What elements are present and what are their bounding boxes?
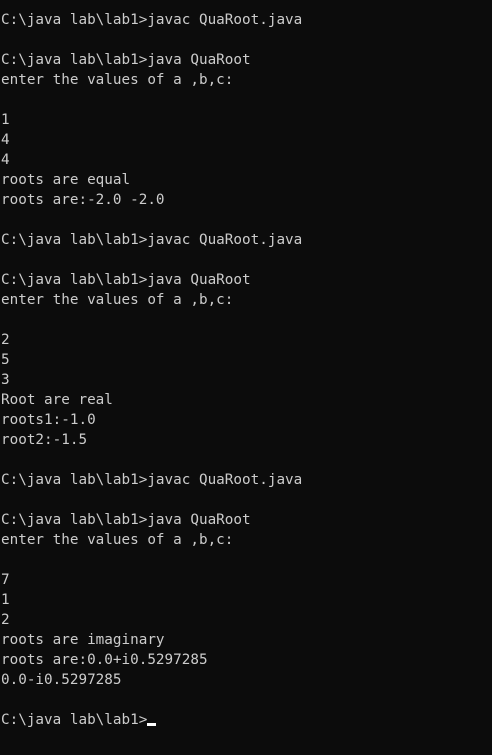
console-line: C:\java lab\lab1>java QuaRoot	[1, 270, 491, 290]
console-line-text: roots are:-2.0 -2.0	[1, 192, 165, 208]
console-line-text: Root are real	[1, 392, 113, 408]
console-line: C:\java lab\lab1>javac QuaRoot.java	[1, 470, 491, 490]
console-line-text: 2	[1, 332, 10, 348]
console-line-text: enter the values of a ,b,c:	[1, 292, 234, 308]
console-line: roots1:-1.0	[1, 410, 491, 430]
console-line: enter the values of a ,b,c:	[1, 530, 491, 550]
console-line: C:\java lab\lab1>javac QuaRoot.java	[1, 10, 491, 30]
console-line-text: 4	[1, 152, 10, 168]
console-line-text: 3	[1, 372, 10, 388]
console-line: C:\java lab\lab1>javac QuaRoot.java	[1, 230, 491, 250]
console-line-text: C:\java lab\lab1>javac QuaRoot.java	[1, 232, 303, 248]
console-line-text: roots are imaginary	[1, 632, 165, 648]
console-line-text: root2:-1.5	[1, 432, 88, 448]
console-line-text: C:\java lab\lab1>javac QuaRoot.java	[1, 472, 303, 488]
console-line: 3	[1, 370, 491, 390]
console-line-text: enter the values of a ,b,c:	[1, 532, 234, 548]
console-line: C:\java lab\lab1>	[1, 710, 491, 730]
console-line: 2	[1, 330, 491, 350]
console-line-text: 0.0-i0.5297285	[1, 672, 122, 688]
console-line: roots are:0.0+i0.5297285	[1, 650, 491, 670]
console-line-text: 7	[1, 572, 10, 588]
console-line: 2	[1, 610, 491, 630]
console-line-text: C:\java lab\lab1>	[1, 712, 148, 728]
console-line-text: enter the values of a ,b,c:	[1, 72, 234, 88]
console-line-text: C:\java lab\lab1>java QuaRoot	[1, 52, 251, 68]
console-line: 4	[1, 130, 491, 150]
console-line-text: 2	[1, 612, 10, 628]
text-cursor	[147, 723, 157, 726]
console-line: 1	[1, 110, 491, 130]
console-line-text: 1	[1, 592, 10, 608]
console-line: C:\java lab\lab1>java QuaRoot	[1, 510, 491, 530]
console-line-text: C:\java lab\lab1>java QuaRoot	[1, 272, 251, 288]
console-line: roots are imaginary	[1, 630, 491, 650]
console-line: roots are equal	[1, 170, 491, 190]
console-line: roots are:-2.0 -2.0	[1, 190, 491, 210]
console-line: root2:-1.5	[1, 430, 491, 450]
console-line-text: C:\java lab\lab1>javac QuaRoot.java	[1, 12, 303, 28]
console-line-text: roots are equal	[1, 172, 131, 188]
console-line: 4	[1, 150, 491, 170]
console-line: Root are real	[1, 390, 491, 410]
console-line-text: 1	[1, 112, 10, 128]
console-line-text: 5	[1, 352, 10, 368]
console-line: 1	[1, 590, 491, 610]
console-line-text: roots1:-1.0	[1, 412, 96, 428]
console-line-text: 4	[1, 132, 10, 148]
console-line: 5	[1, 350, 491, 370]
console-line: C:\java lab\lab1>java QuaRoot	[1, 50, 491, 70]
console-line: enter the values of a ,b,c:	[1, 290, 491, 310]
console-line: enter the values of a ,b,c:	[1, 70, 491, 90]
console-line: 7	[1, 570, 491, 590]
console-line: 0.0-i0.5297285	[1, 670, 491, 690]
console-line-text: roots are:0.0+i0.5297285	[1, 652, 208, 668]
console-output[interactable]: C:\java lab\lab1>javac QuaRoot.java C:\ja…	[1, 10, 491, 730]
console-line-text: C:\java lab\lab1>java QuaRoot	[1, 512, 251, 528]
